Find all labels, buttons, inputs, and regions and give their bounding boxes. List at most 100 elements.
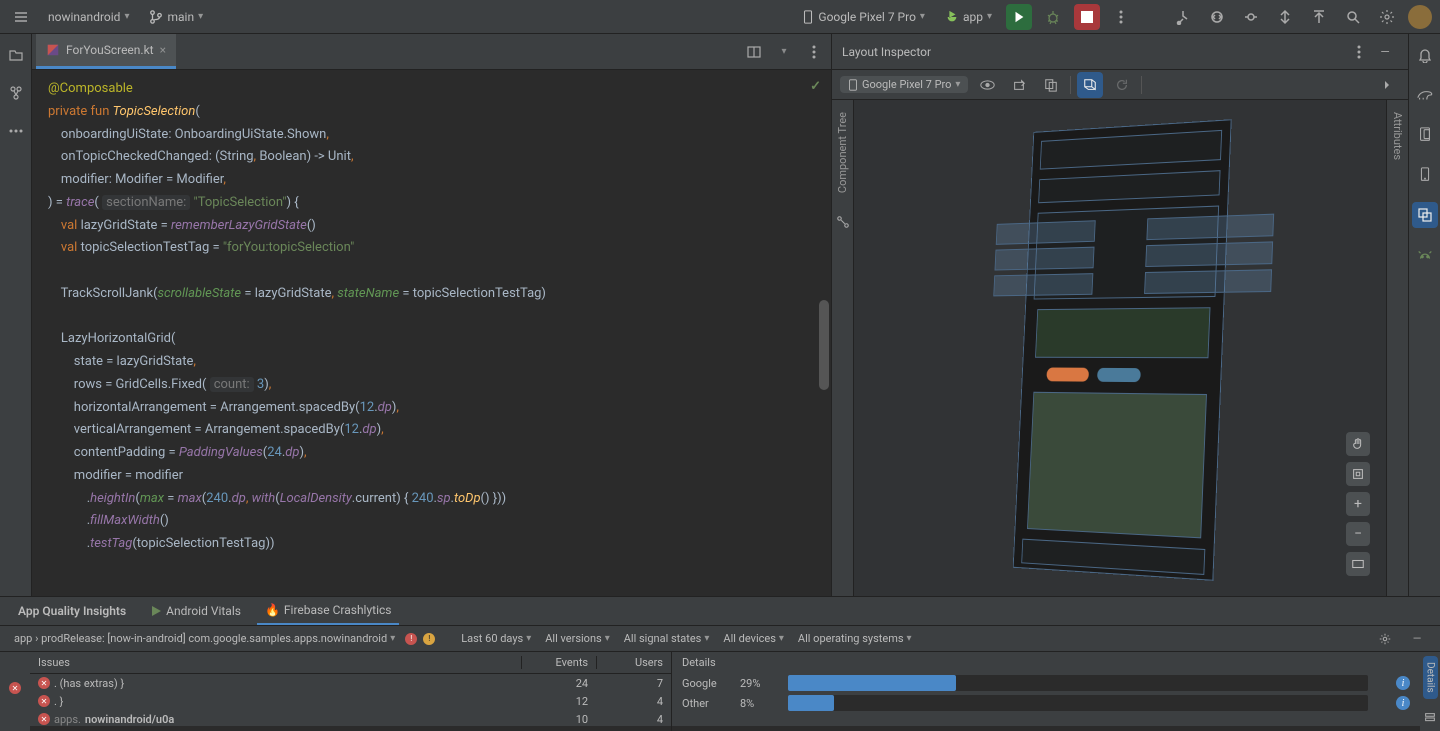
tab-android-vitals[interactable]: Android Vitals (142, 598, 249, 624)
os-filter-dropdown[interactable]: All operating systems ▾ (794, 631, 916, 646)
filename: ForYouScreen.kt (66, 43, 154, 57)
structure-tool-icon[interactable] (3, 80, 29, 106)
mode-3d-icon[interactable] (1077, 72, 1103, 98)
collapse-right-icon[interactable] (1374, 72, 1400, 98)
issue-row[interactable]: ✕. } 12 4 (30, 692, 671, 710)
user-avatar[interactable] (1408, 5, 1432, 29)
play-icon (150, 605, 162, 617)
device-manager-icon[interactable] (1412, 122, 1438, 148)
more-actions-icon[interactable] (1108, 4, 1134, 30)
tab-firebase-crashlytics[interactable]: 🔥 Firebase Crashlytics (257, 597, 400, 625)
more-tools-icon[interactable] (3, 118, 29, 144)
stop-button[interactable] (1074, 4, 1100, 30)
menu-icon[interactable] (8, 4, 34, 30)
snapshot-import-icon[interactable] (1038, 72, 1064, 98)
chevron-down-icon: ▾ (955, 79, 960, 90)
commit-icon[interactable] (1238, 4, 1264, 30)
devices-filter-dropdown[interactable]: All devices ▾ (719, 631, 788, 646)
chevron-down-icon: ▾ (987, 11, 992, 22)
error-icon: ✕ (38, 695, 50, 707)
error-badge-icon: ✕ (9, 682, 21, 694)
minimize-icon[interactable]: — (1404, 626, 1430, 652)
inspector-more-icon[interactable] (1346, 39, 1372, 65)
versions-filter-dropdown[interactable]: All versions ▾ (541, 631, 613, 646)
tab-chevron-icon[interactable]: ▾ (771, 39, 797, 65)
zoom-in-icon[interactable]: + (1346, 492, 1370, 516)
device-dropdown[interactable]: Google Pixel 7 Pro ▾ (796, 8, 931, 26)
pan-icon[interactable] (1346, 432, 1370, 456)
stack-icon[interactable] (1417, 705, 1440, 731)
info-icon[interactable]: i (1396, 676, 1410, 690)
issue-row[interactable]: ✕apps.nowinandroid/u0a 10 4 (30, 710, 671, 728)
vcs-icon[interactable] (1170, 4, 1196, 30)
details-side-tab[interactable]: Details (1423, 656, 1438, 699)
settings-icon[interactable] (1372, 626, 1398, 652)
signals-filter-dropdown[interactable]: All signal states ▾ (620, 631, 714, 646)
inspector-device-name: Google Pixel 7 Pro (862, 78, 951, 91)
details-title: Details (682, 656, 716, 669)
live-updates-icon[interactable] (974, 72, 1000, 98)
detail-pct: 29% (740, 677, 780, 690)
inspector-device-dropdown[interactable]: Google Pixel 7 Pro ▾ (840, 76, 968, 93)
refresh-icon[interactable] (1109, 72, 1135, 98)
running-devices-icon[interactable] (1412, 162, 1438, 188)
attributes-tab[interactable]: Attributes (1391, 112, 1404, 160)
close-tab-icon[interactable]: × (160, 43, 166, 57)
component-tree-tab[interactable]: Component Tree (836, 112, 849, 193)
debug-button[interactable] (1040, 4, 1066, 30)
tree-link-icon[interactable] (830, 209, 856, 235)
app-filter-dropdown[interactable]: app › prodRelease: [now-in-android] com.… (10, 631, 399, 646)
editor-scrollbar[interactable] (819, 300, 829, 390)
analysis-ok-icon: ✓ (810, 76, 821, 99)
tab-more-icon[interactable] (801, 39, 827, 65)
zoom-fit-icon[interactable] (1346, 552, 1370, 576)
th-users: Users (596, 656, 671, 669)
issue-users: 4 (596, 713, 671, 726)
file-tab[interactable]: ForYouScreen.kt × (36, 34, 176, 69)
zoom-out-icon[interactable]: − (1346, 522, 1370, 546)
run-button[interactable] (1006, 4, 1032, 30)
layout-3d-preview[interactable]: + − (854, 100, 1386, 596)
chevron-down-icon: ▾ (907, 633, 912, 644)
code-editor[interactable]: ✓ @Composable private fun TopicSelection… (32, 70, 831, 596)
split-view-icon[interactable] (741, 39, 767, 65)
chevron-down-icon: ▾ (704, 633, 709, 644)
run-config-dropdown[interactable]: app ▾ (939, 8, 998, 26)
code-with-me-icon[interactable] (1204, 4, 1230, 30)
chevron-down-icon: ▾ (605, 633, 610, 644)
settings-icon[interactable] (1374, 4, 1400, 30)
th-events: Events (521, 656, 596, 669)
detail-label: Other (682, 697, 732, 710)
update-icon[interactable] (1272, 4, 1298, 30)
tab-app-quality[interactable]: App Quality Insights (10, 598, 134, 624)
emulator-icon[interactable] (1412, 242, 1438, 268)
issue-label: . } (54, 695, 63, 708)
project-dropdown[interactable]: nowinandroid ▾ (42, 8, 135, 26)
issue-row[interactable]: ✕. (has extras) } 24 7 (30, 674, 671, 692)
chevron-down-icon: ▾ (198, 11, 203, 22)
project-tool-icon[interactable] (3, 42, 29, 68)
versions-filter-label: All versions (545, 632, 601, 645)
layer-spacing-icon[interactable] (1346, 462, 1370, 486)
info-icon[interactable]: i (1396, 696, 1410, 710)
detail-label: Google (682, 677, 732, 690)
notifications-icon[interactable] (1412, 42, 1438, 68)
issue-users: 4 (596, 695, 671, 708)
devices-filter-label: All devices (723, 632, 776, 645)
gradle-icon[interactable] (1412, 82, 1438, 108)
push-icon[interactable] (1306, 4, 1332, 30)
days-filter-dropdown[interactable]: Last 60 days ▾ (457, 631, 535, 646)
issue-events: 10 (521, 713, 596, 726)
error-icon: ✕ (38, 713, 50, 725)
chevron-down-icon: ▾ (390, 633, 395, 644)
inspector-minimize-icon[interactable]: — (1372, 39, 1398, 65)
tab-crashlytics-label: Firebase Crashlytics (284, 603, 392, 617)
search-icon[interactable] (1340, 4, 1366, 30)
snapshot-export-icon[interactable] (1006, 72, 1032, 98)
chevron-down-icon: ▾ (124, 11, 129, 22)
layout-inspector-tool-icon[interactable] (1412, 202, 1438, 228)
os-filter-label: All operating systems (798, 632, 904, 645)
tab-quality-label: App Quality Insights (18, 604, 126, 618)
branch-dropdown[interactable]: main ▾ (143, 8, 209, 26)
detail-row: Other 8% i (682, 695, 1410, 711)
